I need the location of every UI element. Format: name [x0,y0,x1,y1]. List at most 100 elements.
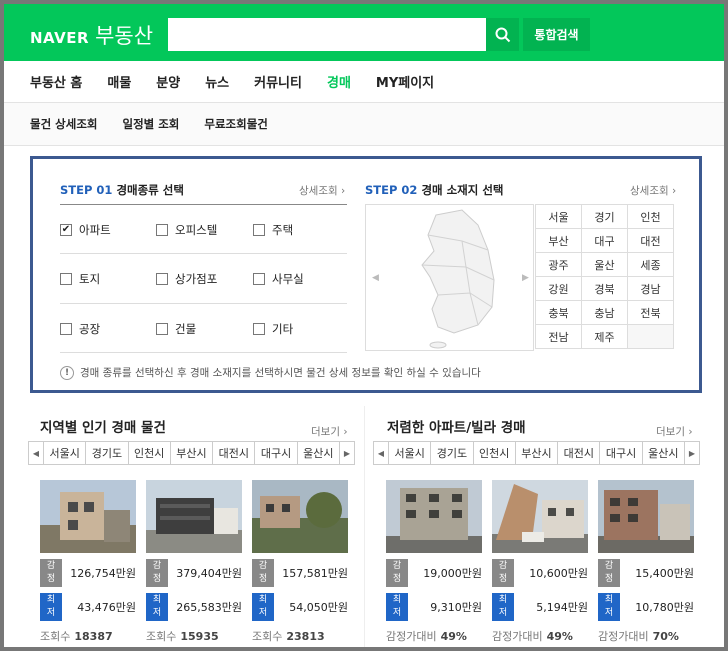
region-cell[interactable]: 전북 [627,300,674,325]
appraisal-price-row: 감정 15,400만원 [598,559,694,587]
chevron-right-icon: › [684,426,693,438]
property-photo[interactable] [40,480,136,553]
tab-region[interactable]: 서울시 [43,442,85,464]
tab-region[interactable]: 인천시 [472,442,515,464]
auction-step-box: STEP 01 경매종류 선택 상세조회 › ✔ 아파트 오피스텔 주택 토지 상… [30,156,702,393]
checkbox-office[interactable]: 사무실 [253,271,304,287]
region-grid: 서울 경기 인천 부산 대구 대전 광주 울산 세종 강원 경북 경남 충북 충 [535,204,674,349]
map-right-arrow-icon[interactable]: ▶ [522,273,529,283]
nav-presale[interactable]: 분양 [156,72,180,91]
region-cell[interactable]: 충남 [581,300,628,325]
tab-region[interactable]: 대전시 [557,442,599,464]
region-cell[interactable]: 대구 [581,228,628,253]
korea-map[interactable]: ◀ ▶ [365,204,534,351]
region-cell[interactable]: 부산 [535,228,582,253]
search-input[interactable] [168,18,486,51]
property-photo[interactable] [598,480,694,553]
step2-more-link[interactable]: 상세조회 › [630,183,676,198]
naver-realestate-logo[interactable]: NAVER 부동산 [30,20,153,50]
tab-region[interactable]: 부산시 [169,442,212,464]
region-cell[interactable]: 광주 [535,252,582,277]
tab-region[interactable]: 울산시 [641,442,685,464]
auction-card[interactable]: 감정 10,600만원 최저 5,194만원 감정가대비 49% [492,480,588,644]
region-cell[interactable]: 강원 [535,276,582,301]
region-cell[interactable]: 경북 [581,276,628,301]
minimum-price-row: 최저 43,476만원 [40,593,136,621]
tab-region[interactable]: 대전시 [212,442,254,464]
integrated-search-button[interactable]: 통합검색 [523,18,590,51]
cheap-more-link[interactable]: 더보기 › [656,424,693,439]
view-count: 조회수 23813 [252,630,325,643]
checkbox-house[interactable]: 주택 [253,222,293,238]
property-photo[interactable] [146,480,242,553]
nav-auction[interactable]: 경매 [327,72,351,91]
minimum-price-row: 최저 54,050만원 [252,593,348,621]
tabs-prev-icon[interactable]: ◀ [29,442,43,464]
region-cell[interactable]: 대전 [627,228,674,253]
nav-news[interactable]: 뉴스 [205,72,229,91]
subnav-detail-search[interactable]: 물건 상세조회 [30,116,97,132]
checkbox-etc[interactable]: 기타 [253,321,293,337]
nav-home[interactable]: 부동산 홈 [30,72,82,91]
region-cell[interactable]: 서울 [535,204,582,229]
region-cell[interactable]: 인천 [627,204,674,229]
subnav-free[interactable]: 무료조회물건 [204,116,267,132]
nav-community[interactable]: 커뮤니티 [254,72,302,91]
checkbox-factory[interactable]: 공장 [60,321,100,337]
tab-region[interactable]: 대구시 [254,442,296,464]
page: NAVER 부동산 통합검색 부동산 홈 매물 분양 뉴스 커뮤니티 경매 MY… [4,4,724,647]
property-photo[interactable] [386,480,482,553]
row-divider [60,303,347,304]
minimum-price-row: 최저 9,310만원 [386,593,482,621]
cheap-region-tabs: ◀ 서울시 경기도 인천시 부산시 대전시 대구시 울산시 ▶ [373,441,700,465]
auction-card[interactable]: 감정 379,404만원 최저 265,583만원 조회수 15935 [146,480,242,644]
search-button[interactable] [486,18,519,51]
auction-card[interactable]: 감정 19,000만원 최저 9,310만원 감정가대비 49% [386,480,482,644]
appraisal-price-row: 감정 157,581만원 [252,559,348,587]
checkbox-officetel[interactable]: 오피스텔 [156,222,217,238]
tab-region[interactable]: 울산시 [296,442,340,464]
view-count: 조회수 15935 [146,630,219,643]
region-cell[interactable]: 울산 [581,252,628,277]
appraisal-price-row: 감정 10,600만원 [492,559,588,587]
auction-card[interactable]: 감정 157,581만원 최저 54,050만원 조회수 23813 [252,480,348,644]
nav-mypage[interactable]: MY페이지 [376,72,434,91]
tab-region[interactable]: 서울시 [388,442,430,464]
region-cell[interactable]: 전남 [535,324,582,349]
property-photo[interactable] [252,480,348,553]
tab-region[interactable]: 인천시 [127,442,170,464]
subnav-schedule[interactable]: 일정별 조회 [122,116,179,132]
property-photo[interactable] [492,480,588,553]
checkbox-store[interactable]: 상가점포 [156,271,217,287]
tab-region[interactable]: 경기도 [85,442,127,464]
region-cell[interactable]: 제주 [581,324,628,349]
auction-card[interactable]: 감정 15,400만원 최저 10,780만원 감정가대비 70% [598,480,694,644]
checkbox-building[interactable]: 건물 [156,321,196,337]
notice-text: 경매 종류를 선택하신 후 경매 소재지를 선택하시면 물건 상세 정보를 확인… [80,367,481,379]
tab-region[interactable]: 대구시 [599,442,641,464]
region-cell[interactable]: 세종 [627,252,674,277]
tab-region[interactable]: 경기도 [430,442,472,464]
tabs-next-icon[interactable]: ▶ [685,442,699,464]
tabs-prev-icon[interactable]: ◀ [374,442,388,464]
chevron-right-icon: › [668,185,677,197]
appraisal-ratio: 감정가대비 70% [598,630,679,643]
checkbox-checked-icon: ✔ [60,224,72,236]
auction-card[interactable]: 감정 126,754만원 최저 43,476만원 조회수 18387 [40,480,136,644]
region-cell[interactable]: 충북 [535,300,582,325]
tab-region[interactable]: 부산시 [514,442,557,464]
map-left-arrow-icon[interactable]: ◀ [372,273,379,283]
section-divider [364,406,365,647]
region-cell[interactable]: 경남 [627,276,674,301]
appraisal-price-row: 감정 126,754만원 [40,559,136,587]
nav-listings[interactable]: 매물 [107,72,131,91]
step2-heading: STEP 02 경매 소재지 선택 [365,183,504,197]
checkbox-apartment[interactable]: ✔ 아파트 [60,222,111,238]
notice: ! 경매 종류를 선택하신 후 경매 소재지를 선택하시면 물건 상세 정보를 … [60,365,481,380]
checkbox-land[interactable]: 토지 [60,271,100,287]
step1-more-link[interactable]: 상세조회 › [299,183,345,198]
tabs-next-icon[interactable]: ▶ [340,442,354,464]
region-cell[interactable]: 경기 [581,204,628,229]
popular-more-link[interactable]: 더보기 › [311,424,348,439]
appraisal-ratio: 감정가대비 49% [492,630,573,643]
